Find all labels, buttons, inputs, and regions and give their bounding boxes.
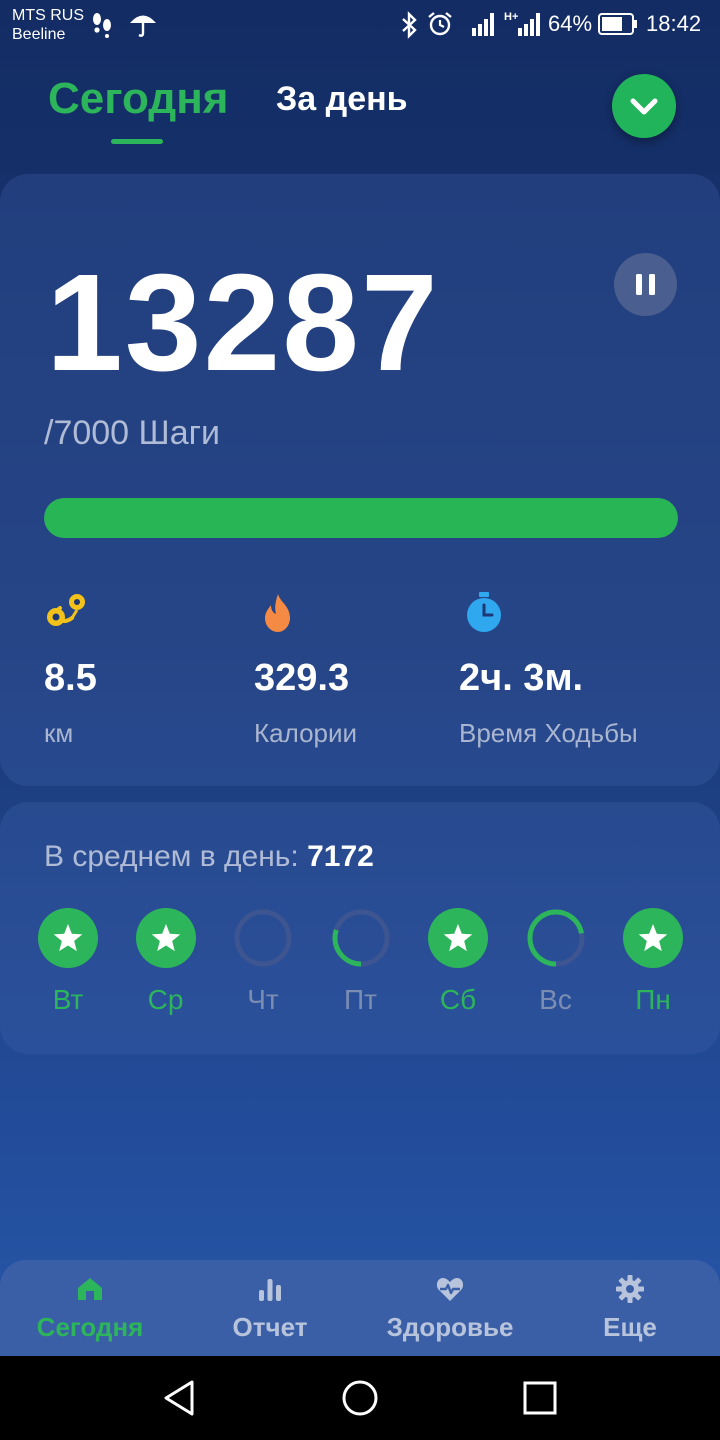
daily-average: В среднем в день: 7172 (44, 840, 374, 874)
dropdown-button[interactable] (612, 74, 676, 138)
daily-average-label: В среднем в день: (44, 840, 308, 873)
nav-label-report: Отчет (232, 1312, 308, 1342)
bluetooth-icon (402, 11, 417, 39)
day-ring-track (234, 909, 292, 967)
chevron-down-icon (630, 98, 658, 115)
steps-progress-bar (44, 498, 678, 538)
clock: 18:42 (646, 11, 702, 36)
day-progress-3[interactable] (331, 908, 391, 968)
nav-item-health[interactable]: Здоровье (360, 1274, 540, 1343)
recents-icon[interactable] (518, 1376, 562, 1420)
nav-item-more[interactable]: Еще (540, 1274, 720, 1343)
daily-average-value: 7172 (307, 840, 374, 873)
day-label: Вс (539, 984, 572, 1015)
nav-item-today[interactable]: Сегодня (0, 1274, 180, 1343)
bottom-nav: Сегодня Отчет Здоровье Еще (0, 1260, 720, 1356)
day-label: Сб (439, 984, 477, 1015)
calories-value: 329.3 (254, 657, 350, 699)
distance-label: км (44, 718, 74, 748)
walk-time-value: 2ч. 3м. (459, 657, 584, 699)
pause-button[interactable] (614, 253, 677, 316)
home-button-icon[interactable] (338, 1376, 382, 1420)
app-screen: MTS RUS Beeline H+ 64% 18:42 Сегодня За … (0, 0, 720, 1440)
day-progress-0[interactable] (38, 908, 98, 968)
step-goal: /7000 Шаги (44, 414, 220, 452)
nav-item-report[interactable]: Отчет (180, 1274, 360, 1343)
carrier-info: MTS RUS Beeline (12, 6, 84, 44)
pause-icon (636, 274, 655, 295)
heart-pulse-icon (436, 1278, 464, 1301)
battery-icon (598, 13, 637, 35)
day-label: Пн (635, 984, 671, 1015)
nav-label-more: Еще (603, 1312, 657, 1342)
carrier-name-2: Beeline (12, 26, 66, 43)
battery-percent: 64% (548, 11, 593, 36)
stopwatch-icon (467, 592, 501, 632)
alarm-icon (428, 12, 452, 36)
day-progress-6[interactable] (623, 908, 683, 968)
steps-progress-fill (44, 498, 678, 538)
calories-label: Калории (254, 718, 358, 748)
distance-value: 8.5 (44, 657, 97, 699)
umbrella-icon (130, 15, 156, 37)
bar-chart-icon (259, 1279, 281, 1301)
day-progress-1[interactable] (135, 908, 196, 968)
walk-time-label: Время Ходьбы (459, 718, 638, 748)
nav-label-today: Сегодня (36, 1312, 144, 1342)
signal-icon-2 (518, 13, 540, 36)
tab-active-indicator (111, 139, 163, 144)
gear-icon (616, 1275, 644, 1303)
home-icon (78, 1278, 102, 1300)
day-label: Чт (247, 984, 279, 1015)
signal-icon (472, 13, 494, 36)
step-count: 13287 (46, 246, 440, 400)
footsteps-icon (93, 13, 111, 38)
system-nav-bar (0, 1356, 720, 1440)
route-icon (47, 594, 85, 626)
carrier-name-1: MTS RUS (12, 7, 84, 24)
day-progress-2[interactable] (233, 908, 293, 968)
day-label: Пт (344, 984, 377, 1015)
day-progress-4[interactable] (428, 908, 488, 968)
day-label: Вт (52, 984, 84, 1015)
back-icon[interactable] (158, 1376, 202, 1420)
tab-per-day[interactable]: За день (276, 80, 408, 119)
flame-icon (265, 594, 290, 632)
tab-today[interactable]: Сегодня (48, 74, 228, 124)
day-label: Ср (147, 984, 184, 1015)
nav-label-health: Здоровье (386, 1312, 514, 1342)
day-progress-5[interactable] (526, 908, 586, 968)
status-bar: MTS RUS Beeline H+ 64% 18:42 (0, 0, 720, 50)
